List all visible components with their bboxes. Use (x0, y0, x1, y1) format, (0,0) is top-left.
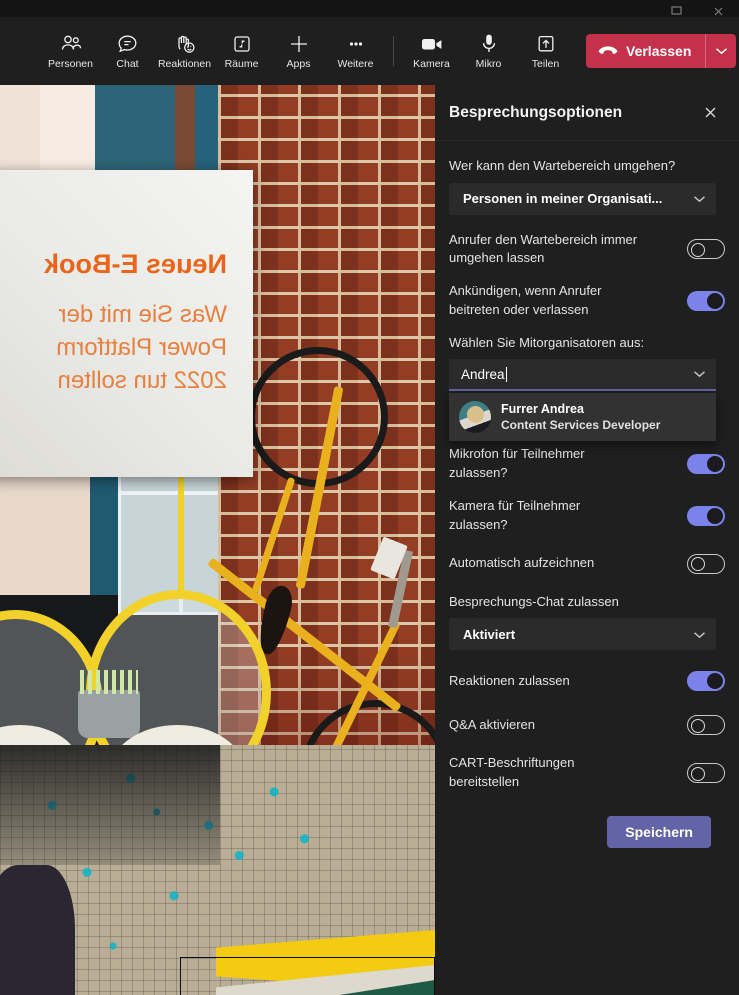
page-title: Besprechungsoptionen (449, 103, 623, 121)
leave-meeting-label: Verlassen (626, 43, 692, 59)
toggle-allow-mic[interactable] (687, 454, 725, 475)
coorganizers-input-value: Andrea (461, 366, 505, 382)
breakout-rooms-icon (232, 33, 252, 55)
leave-meeting-main[interactable]: Verlassen (586, 34, 705, 68)
setting-row-cart-captions: CART-Beschriftungen bereitstellen (449, 754, 725, 792)
avatar (459, 401, 491, 434)
chevron-down-icon (693, 191, 706, 206)
toggle-enable-qna[interactable] (687, 715, 725, 736)
setting-label: Kamera für Teilnehmer zulassen? (449, 498, 581, 532)
coorganizers-label: Wählen Sie Mitorganisatoren aus: (449, 334, 645, 350)
coorganizers-suggestion-list: Furrer Andrea Content Services Developer (449, 393, 716, 442)
toolbar-button-camera[interactable]: Kamera (403, 22, 460, 80)
meeting-options-panel: Besprechungsoptionen Wer kann den Warteb… (435, 85, 739, 995)
toolbar-label: Kamera (413, 57, 450, 70)
toolbar-button-microphone[interactable]: Mikro (460, 22, 517, 80)
leave-meeting-button[interactable]: Verlassen (586, 34, 737, 68)
toolbar-label: Chat (116, 57, 139, 70)
list-item[interactable]: Furrer Andrea Content Services Developer (449, 393, 716, 441)
toolbar-label: Apps (286, 57, 311, 70)
suggestion-name: Furrer Andrea (501, 402, 584, 417)
toggle-allow-camera[interactable] (687, 506, 725, 526)
toolbar-label: Mikro (475, 57, 502, 70)
lobby-select-value: Personen in meiner Organisati... (463, 191, 663, 207)
coorganizers-combobox-wrap: Andrea Furrer Andrea Content Services De… (449, 359, 725, 442)
setting-row-auto-record: Automatisch aufzeichnen (449, 549, 725, 579)
meeting-toolbar: Personen Chat Reaktionen Räume Apps Weit… (0, 17, 739, 85)
share-screen-icon (536, 33, 556, 55)
close-icon[interactable] (695, 98, 725, 128)
leave-options-chevron-down-icon[interactable] (706, 34, 736, 68)
setting-label: Mikrofon für Teilnehmer zulassen? (449, 446, 585, 481)
setting-label: Q&A aktivieren (449, 716, 535, 732)
potted-plant (78, 670, 140, 738)
suggestion-role: Content Services Developer (501, 417, 661, 432)
setting-label: Anrufer den Wartebereich immer umgehen l… (449, 231, 638, 266)
more-ellipsis-icon (345, 33, 367, 55)
text-cursor (505, 366, 507, 382)
toolbar-divider (393, 36, 394, 66)
toolbar-button-more[interactable]: Weitere (327, 22, 384, 80)
toggle-bypass-lobby[interactable] (687, 239, 725, 260)
shared-screen-line-1: Was Sie mit der (58, 300, 227, 328)
setting-row-enable-qna: Q&A aktivieren (449, 710, 725, 740)
toggle-auto-record[interactable] (687, 553, 725, 574)
toolbar-button-apps[interactable]: Apps (270, 22, 327, 80)
lobby-label: Wer kann den Wartebereich umgehen? (449, 158, 676, 173)
toolbar-button-reactions[interactable]: Reaktionen (156, 22, 213, 80)
people-icon (60, 33, 82, 55)
teams-meeting-window: Personen Chat Reaktionen Räume Apps Weit… (0, 0, 739, 995)
camera-icon (420, 33, 444, 55)
setting-label: Reaktionen zulassen (449, 672, 570, 688)
setting-row-allow-mic: Mikrofon für Teilnehmer zulassen? (449, 445, 725, 483)
chevron-down-icon[interactable] (693, 365, 706, 383)
toolbar-label: Personen (48, 57, 93, 70)
setting-row-bypass-lobby: Anrufer den Wartebereich immer umgehen l… (449, 231, 725, 269)
close-icon[interactable] (697, 0, 739, 17)
coorganizers-input[interactable]: Andrea (449, 359, 716, 392)
toggle-allow-reactions[interactable] (687, 671, 725, 692)
meeting-video-stage[interactable]: Neues E-Book Was Sie mit der Power Platt… (0, 85, 435, 995)
setting-row-announce-callers: Ankündigen, wenn Anrufer beitreten oder … (449, 282, 725, 320)
person-silhouette (0, 865, 75, 995)
microphone-icon (480, 33, 498, 55)
chat-select[interactable]: Aktiviert (449, 618, 716, 651)
window-title-bar (0, 0, 739, 17)
panel-footer: Speichern (449, 806, 725, 849)
plus-apps-icon (288, 33, 310, 55)
reactions-hand-icon (174, 33, 196, 55)
toolbar-label: Teilen (531, 57, 560, 70)
toolbar-button-people[interactable]: Personen (42, 22, 99, 80)
maximize-icon[interactable] (655, 0, 697, 17)
toolbar-label: Räume (224, 57, 259, 70)
toolbar-label: Reaktionen (157, 57, 212, 70)
panel-header: Besprechungsoptionen (435, 85, 739, 141)
toolbar-button-share[interactable]: Teilen (517, 22, 574, 80)
chat-select-value: Aktiviert (463, 626, 516, 642)
toolbar-label: Weitere (337, 57, 374, 70)
setting-label: CART-Beschriftungen bereitstellen (449, 755, 575, 790)
setting-label: Ankündigen, wenn Anrufer beitreten oder … (449, 283, 602, 318)
panel-body: Wer kann den Wartebereich umgehen? Perso… (435, 141, 739, 849)
setting-row-allow-camera: Kamera für Teilnehmer zulassen? (449, 497, 725, 535)
setting-row-allow-reactions: Reaktionen zulassen (449, 666, 725, 696)
chevron-down-icon (693, 627, 706, 642)
toolbar-button-chat[interactable]: Chat (99, 22, 156, 80)
shared-screen-line-2: Power Plattform (56, 333, 227, 361)
setting-label: Automatisch aufzeichnen (449, 555, 595, 571)
shared-screen-content: Neues E-Book Was Sie mit der Power Platt… (0, 170, 253, 477)
hangup-icon (598, 45, 618, 57)
save-button[interactable]: Speichern (607, 816, 711, 849)
toggle-cart-captions[interactable] (687, 763, 725, 784)
lobby-select[interactable]: Personen in meiner Organisati... (449, 182, 716, 215)
toggle-announce-callers[interactable] (687, 291, 725, 312)
chat-label: Besprechungs-Chat zulassen (449, 593, 619, 609)
shared-screen-heading: Neues E-Book (43, 248, 227, 279)
toolbar-button-rooms[interactable]: Räume (213, 22, 270, 80)
shared-screen-line-3: 2022 tun sollten (57, 366, 227, 394)
chat-bubble-icon (117, 33, 138, 55)
